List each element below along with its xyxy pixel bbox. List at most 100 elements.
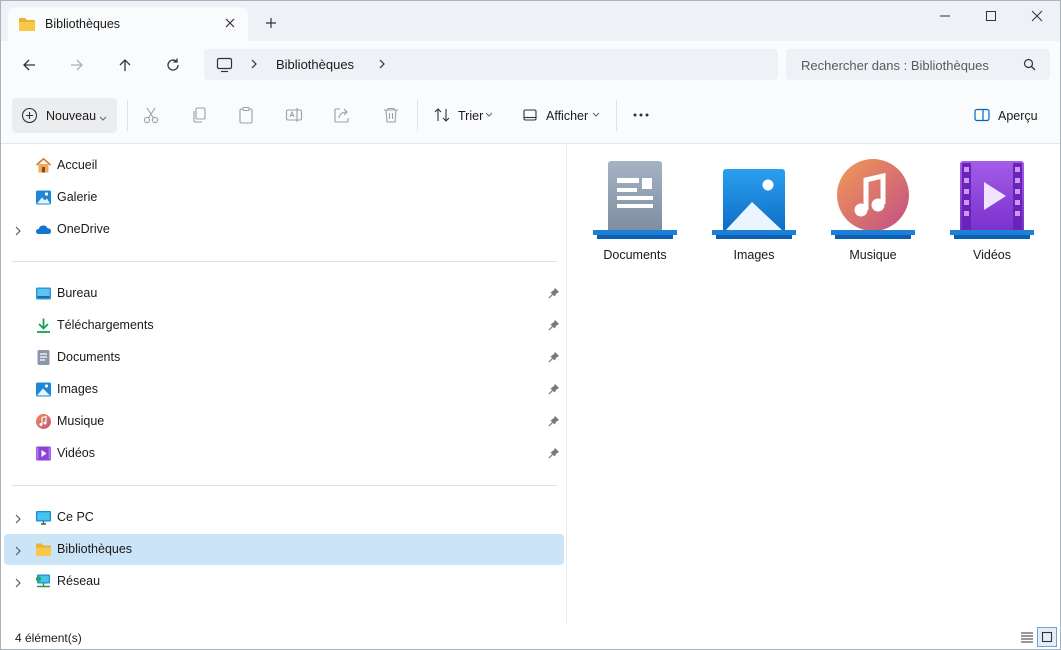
file-explorer-window: Bibliothèques Bibliothèques Rechercher d… (0, 0, 1061, 650)
back-arrow-icon[interactable] (14, 51, 44, 79)
nav-item-label: Ce PC (57, 510, 94, 524)
nav-item-images[interactable]: Images (4, 374, 564, 405)
chevron-right-icon[interactable] (14, 513, 22, 527)
details-view-icon[interactable] (1020, 630, 1034, 647)
paste-icon[interactable] (236, 105, 256, 125)
command-bar: Nouveau Trier Afficher Aperçu (1, 89, 1060, 144)
nav-item-label: Accueil (57, 158, 98, 172)
search-input[interactable]: Rechercher dans : Bibliothèques (801, 58, 989, 73)
nav-item-videos[interactable]: Vidéos (4, 438, 564, 469)
chevron-right-icon[interactable] (377, 58, 387, 73)
plus-circle-icon (21, 107, 38, 127)
nav-item-galerie[interactable]: Galerie (4, 182, 564, 213)
new-button[interactable]: Nouveau (12, 98, 117, 133)
view-button[interactable]: Afficher (546, 109, 588, 123)
chevron-right-icon[interactable] (14, 545, 22, 559)
nav-item-reseau[interactable]: Réseau (4, 566, 564, 597)
content-pane: Documents Images Musique Vidéos (567, 144, 1060, 624)
nav-item-label: Vidéos (57, 446, 95, 460)
library-label: Documents (603, 248, 667, 262)
nav-item-bibliotheques[interactable]: Bibliothèques (4, 534, 564, 565)
nav-item-label: Bureau (57, 286, 98, 300)
refresh-icon[interactable] (158, 51, 188, 79)
sort-icon[interactable] (432, 105, 452, 125)
nav-item-label: Musique (57, 414, 105, 428)
minimize-icon[interactable] (922, 1, 968, 31)
pin-icon[interactable] (548, 415, 560, 430)
nav-item-musique[interactable]: Musique (4, 406, 564, 437)
chevron-right-icon[interactable] (14, 577, 22, 591)
toolbar-divider (616, 100, 617, 131)
desktop-icon (35, 285, 52, 302)
download-icon (35, 317, 52, 334)
pin-icon[interactable] (548, 319, 560, 334)
nav-item-accueil[interactable]: Accueil (4, 150, 564, 181)
close-window-icon[interactable] (1014, 1, 1060, 31)
chevron-down-icon (99, 111, 107, 125)
nav-item-documents[interactable]: Documents (4, 342, 564, 373)
documents-library-icon (593, 158, 677, 242)
pin-icon[interactable] (548, 447, 560, 462)
tab-title: Bibliothèques (45, 17, 121, 31)
nav-item-bureau[interactable]: Bureau (4, 278, 564, 309)
item-count: 4 élément(s) (15, 631, 82, 645)
up-arrow-icon[interactable] (110, 51, 140, 79)
pictures-library-icon (712, 158, 796, 242)
tab-bibliotheques[interactable]: Bibliothèques (8, 7, 248, 41)
breadcrumb-bibliotheques[interactable]: Bibliothèques (276, 57, 354, 72)
videos-library-icon (950, 158, 1034, 242)
toolbar-divider (127, 100, 128, 131)
pin-icon[interactable] (548, 383, 560, 398)
cut-icon[interactable] (141, 105, 161, 125)
address-breadcrumb[interactable]: Bibliothèques (204, 49, 778, 80)
nav-divider (12, 485, 557, 486)
address-bar-row: Bibliothèques Rechercher dans : Biblioth… (1, 41, 1060, 89)
nav-item-label: Réseau (57, 574, 101, 588)
search-icon[interactable] (1023, 58, 1036, 74)
library-label: Images (733, 248, 775, 262)
rename-icon[interactable] (284, 105, 304, 125)
library-documents[interactable]: Documents (587, 158, 683, 266)
new-button-label: Nouveau (46, 109, 97, 123)
home-icon (35, 157, 52, 174)
toolbar-divider (417, 100, 418, 131)
monitor-icon[interactable] (216, 57, 233, 76)
chevron-down-icon[interactable] (588, 105, 604, 125)
library-videos[interactable]: Vidéos (944, 158, 1040, 266)
pin-icon[interactable] (548, 351, 560, 366)
close-tab-icon[interactable] (222, 15, 238, 31)
library-musique[interactable]: Musique (825, 158, 921, 266)
nav-item-label: Images (57, 382, 98, 396)
navigation-pane: Accueil Galerie OneDrive Bureau Téléchar… (1, 144, 567, 624)
nav-item-label: OneDrive (57, 222, 110, 236)
chevron-right-icon[interactable] (14, 225, 22, 239)
music-icon (35, 413, 52, 430)
preview-button[interactable]: Aperçu (998, 109, 1038, 123)
chevron-down-icon[interactable] (481, 105, 497, 125)
more-options-icon[interactable] (631, 105, 651, 125)
nav-item-label: Bibliothèques (57, 542, 133, 556)
delete-icon[interactable] (381, 105, 401, 125)
chevron-right-icon[interactable] (249, 58, 259, 73)
view-icon[interactable] (520, 105, 540, 125)
nav-item-telechargements[interactable]: Téléchargements (4, 310, 564, 341)
gallery-icon (35, 189, 52, 206)
nav-item-label: Documents (57, 350, 121, 364)
nav-divider (12, 261, 557, 262)
new-tab-icon[interactable] (263, 15, 279, 31)
share-icon[interactable] (332, 105, 352, 125)
title-bar: Bibliothèques (1, 1, 1060, 41)
search-box[interactable]: Rechercher dans : Bibliothèques (786, 49, 1050, 80)
documents-icon (35, 349, 52, 366)
library-label: Vidéos (973, 248, 1011, 262)
maximize-icon[interactable] (968, 1, 1014, 31)
nav-item-onedrive[interactable]: OneDrive (4, 214, 564, 245)
copy-icon[interactable] (189, 105, 209, 125)
pin-icon[interactable] (548, 287, 560, 302)
library-images[interactable]: Images (706, 158, 802, 266)
nav-item-ce-pc[interactable]: Ce PC (4, 502, 564, 533)
preview-pane-icon[interactable] (972, 105, 992, 125)
sort-button[interactable]: Trier (458, 109, 483, 123)
large-icons-view-icon[interactable] (1037, 627, 1057, 647)
forward-arrow-icon[interactable] (62, 51, 92, 79)
